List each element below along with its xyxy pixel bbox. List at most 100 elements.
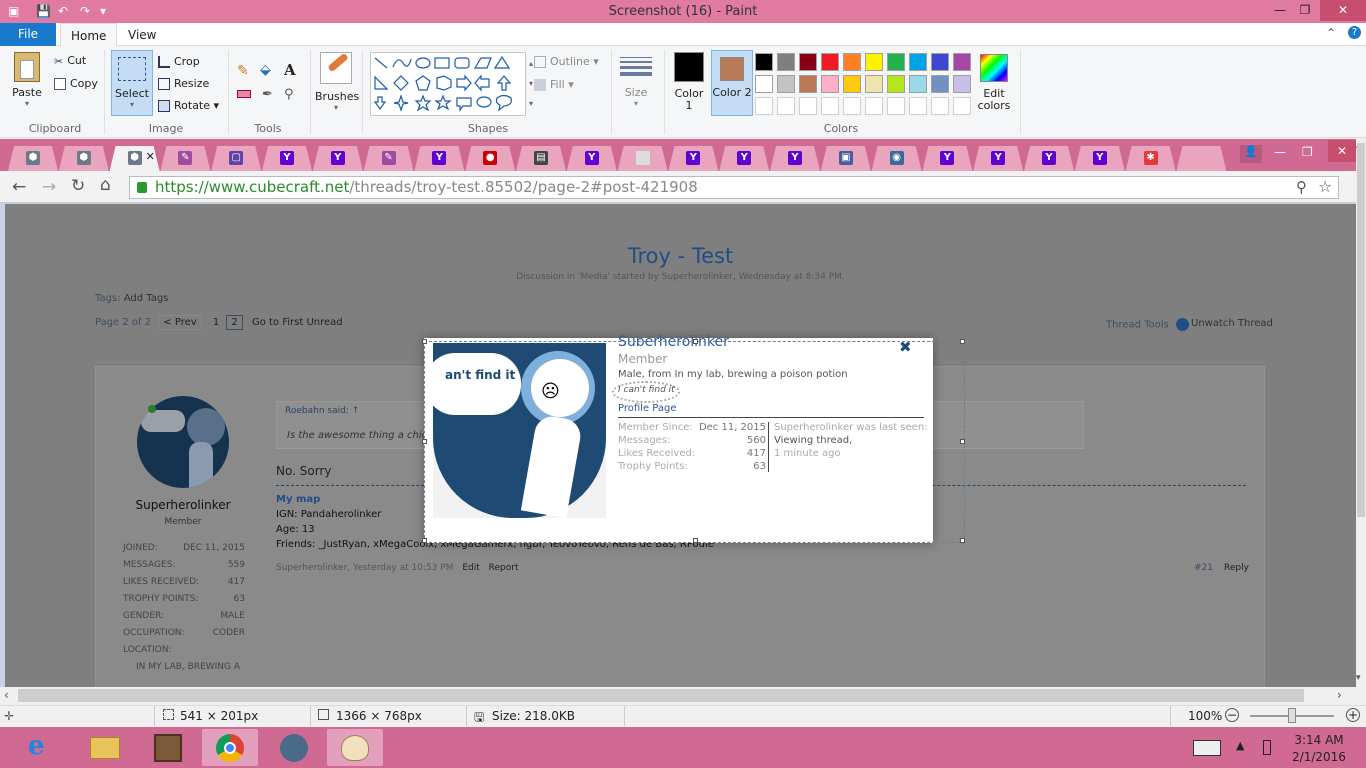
- custom-color-swatch[interactable]: [777, 97, 795, 115]
- brushes-button[interactable]: Brushes ▾: [315, 52, 359, 112]
- horizontal-scroll-thumb[interactable]: [18, 689, 1304, 702]
- restore-button[interactable]: ❐: [1290, 0, 1320, 21]
- resize-button[interactable]: Resize: [158, 77, 209, 90]
- custom-color-swatch[interactable]: [821, 97, 839, 115]
- report-link[interactable]: Report: [489, 563, 519, 573]
- resize-handle[interactable]: [422, 538, 427, 543]
- vertical-scrollbar[interactable]: ▴ ▾: [1356, 139, 1366, 687]
- custom-color-swatch[interactable]: [843, 97, 861, 115]
- scroll-down-icon[interactable]: ▾: [1356, 673, 1361, 683]
- forward-icon[interactable]: →: [42, 177, 56, 197]
- zoom-slider-thumb[interactable]: [1288, 708, 1296, 723]
- browser-restore-icon[interactable]: ❐: [1302, 145, 1313, 159]
- color-swatch[interactable]: [843, 53, 861, 71]
- post-number[interactable]: #21: [1194, 563, 1213, 573]
- tab-view[interactable]: View: [118, 23, 166, 46]
- resize-handle[interactable]: [693, 538, 698, 543]
- resize-handle[interactable]: [960, 339, 965, 344]
- color-swatch[interactable]: [953, 53, 971, 71]
- selection-rectangle[interactable]: [422, 339, 965, 543]
- profile-icon[interactable]: 👤: [1240, 145, 1262, 163]
- home-icon[interactable]: ⌂: [100, 175, 111, 195]
- browser-close-icon[interactable]: ✕: [1328, 140, 1356, 162]
- color-swatch[interactable]: [909, 53, 927, 71]
- taskbar-chrome[interactable]: [202, 729, 258, 766]
- keyboard-icon[interactable]: [1193, 740, 1221, 756]
- clock-date[interactable]: 2/1/2016: [1280, 750, 1358, 764]
- color-swatch[interactable]: [865, 53, 883, 71]
- text-tool-icon[interactable]: A: [284, 61, 296, 79]
- resize-handle[interactable]: [693, 339, 698, 344]
- color-picker-icon[interactable]: ✒: [262, 87, 273, 102]
- rotate-button[interactable]: Rotate ▾: [158, 99, 219, 112]
- color-swatch[interactable]: [821, 53, 839, 71]
- color-swatch[interactable]: [887, 75, 905, 93]
- author-name[interactable]: Superherolinker: [101, 498, 265, 512]
- custom-color-swatch[interactable]: [755, 97, 773, 115]
- custom-color-swatch[interactable]: [931, 97, 949, 115]
- custom-color-swatch[interactable]: [799, 97, 817, 115]
- quote-author[interactable]: Roebahn said: ↑: [285, 406, 359, 416]
- battery-icon[interactable]: [1263, 740, 1271, 755]
- color-swatch[interactable]: [799, 75, 817, 93]
- page-2-button[interactable]: 2: [226, 315, 243, 330]
- taskbar-ie[interactable]: e: [14, 729, 70, 766]
- first-unread-link[interactable]: Go to First Unread: [252, 317, 343, 328]
- zoom-out-icon[interactable]: −: [1225, 708, 1239, 722]
- horizontal-scrollbar[interactable]: ‹ ›: [0, 687, 1366, 705]
- zoom-in-icon[interactable]: +: [1346, 708, 1360, 722]
- crop-button[interactable]: Crop: [158, 55, 200, 68]
- color-swatch[interactable]: [953, 75, 971, 93]
- size-button[interactable]: Size ▾: [618, 54, 654, 108]
- resize-handle[interactable]: [960, 439, 965, 444]
- thread-tools[interactable]: Thread Tools: [1106, 318, 1189, 331]
- taskbar-minecraft[interactable]: [140, 729, 196, 766]
- scroll-left-icon[interactable]: ‹: [4, 688, 9, 702]
- paste-button[interactable]: Paste ▾: [10, 52, 44, 108]
- unwatch-thread-link[interactable]: Unwatch Thread: [1191, 318, 1273, 329]
- tab-close-icon[interactable]: ✕: [146, 150, 155, 163]
- color-swatch[interactable]: [777, 75, 795, 93]
- custom-color-swatch[interactable]: [865, 97, 883, 115]
- browser-minimize-icon[interactable]: —: [1274, 145, 1286, 159]
- custom-color-swatch[interactable]: [887, 97, 905, 115]
- select-button[interactable]: Select ▾: [111, 50, 153, 116]
- fill-bucket-icon[interactable]: ⬙: [260, 62, 271, 78]
- color-swatch[interactable]: [755, 75, 773, 93]
- resize-handle[interactable]: [422, 339, 427, 344]
- pencil-icon[interactable]: ✎: [237, 63, 249, 79]
- help-icon[interactable]: ?: [1348, 26, 1361, 39]
- scroll-right-icon[interactable]: ›: [1337, 688, 1342, 702]
- my-map-link[interactable]: My map: [276, 494, 320, 505]
- color-swatch[interactable]: [755, 53, 773, 71]
- color-swatch[interactable]: [865, 75, 883, 93]
- edit-link[interactable]: Edit: [462, 563, 479, 573]
- file-menu[interactable]: File: [0, 23, 56, 46]
- eraser-icon[interactable]: [237, 90, 251, 98]
- color-swatch[interactable]: [931, 75, 949, 93]
- taskbar-explorer[interactable]: [76, 729, 132, 766]
- copy-button[interactable]: Copy: [54, 77, 98, 90]
- vertical-scroll-thumb[interactable]: [1357, 143, 1365, 517]
- color-swatch[interactable]: [777, 53, 795, 71]
- bookmark-star-icon[interactable]: ☆: [1318, 176, 1332, 197]
- back-icon[interactable]: ←: [12, 177, 26, 197]
- clock-time[interactable]: 3:14 AM: [1280, 733, 1358, 747]
- custom-color-swatch[interactable]: [909, 97, 927, 115]
- magnifier-icon[interactable]: ⚲: [284, 87, 294, 102]
- reload-icon[interactable]: ↻: [71, 176, 85, 196]
- show-hidden-icons[interactable]: ▲: [1236, 739, 1244, 752]
- color-swatch[interactable]: [931, 53, 949, 71]
- edit-colors-button[interactable]: Edit colors: [976, 54, 1012, 112]
- minimize-ribbon-icon[interactable]: ⌃: [1326, 26, 1336, 40]
- tab-home[interactable]: Home: [60, 23, 118, 46]
- taskbar-app[interactable]: [266, 729, 322, 766]
- color-swatch[interactable]: [843, 75, 861, 93]
- outline-button[interactable]: Outline ▾: [534, 55, 599, 68]
- reply-link[interactable]: Reply: [1224, 563, 1249, 573]
- color-swatch[interactable]: [909, 75, 927, 93]
- resize-handle[interactable]: [960, 538, 965, 543]
- color2-button[interactable]: Color 2: [711, 50, 753, 116]
- color1-button[interactable]: Color 1: [671, 52, 707, 112]
- color-swatch[interactable]: [821, 75, 839, 93]
